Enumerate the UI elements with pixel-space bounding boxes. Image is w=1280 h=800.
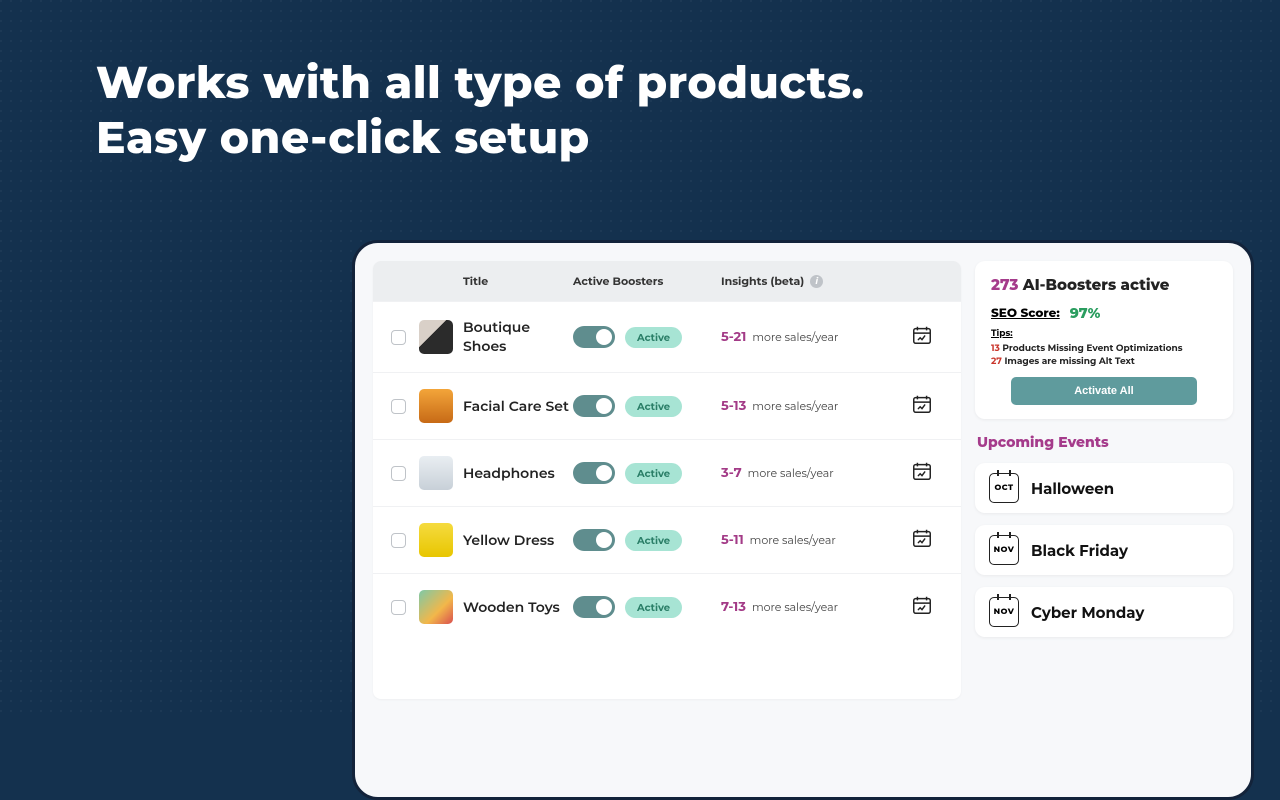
col-title: Title: [461, 274, 573, 288]
insight-suffix: more sales/year: [752, 600, 838, 614]
boosters-title: 273 AI-Boosters active: [991, 275, 1217, 294]
upcoming-events-title: Upcoming Events: [977, 433, 1233, 451]
booster-toggle[interactable]: [573, 596, 615, 618]
col-insights: Insights (beta): [721, 274, 804, 288]
seo-score-value: 97%: [1070, 304, 1101, 322]
active-badge: Active: [625, 327, 682, 348]
active-badge: Active: [625, 396, 682, 417]
tip-line: 13 Products Missing Event Optimizations: [991, 343, 1217, 354]
boosters-label: AI-Boosters active: [1023, 275, 1170, 294]
calendar-month-icon: NOV: [989, 535, 1019, 565]
product-thumbnail: [419, 590, 453, 624]
event-name: Cyber Monday: [1031, 603, 1144, 622]
tip-num: 13: [991, 343, 1000, 354]
row-checkbox[interactable]: [391, 330, 406, 345]
booster-toggle[interactable]: [573, 462, 615, 484]
table-row: Wooden Toys Active 7-13 more sales/year: [373, 573, 961, 640]
insight-suffix: more sales/year: [752, 399, 838, 413]
boosters-count: 273: [991, 275, 1018, 294]
calendar-icon[interactable]: [911, 332, 933, 351]
event-card[interactable]: OCT Halloween: [975, 463, 1233, 513]
product-thumbnail: [419, 320, 453, 354]
row-checkbox[interactable]: [391, 600, 406, 615]
table-row: Facial Care Set Active 5-13 more sales/y…: [373, 372, 961, 439]
product-thumbnail: [419, 389, 453, 423]
calendar-icon[interactable]: [911, 535, 933, 554]
table-row: Boutique Shoes Active 5-21 more sales/ye…: [373, 301, 961, 372]
tip-text: Images are missing Alt Text: [1004, 356, 1134, 367]
tip-line: 27 Images are missing Alt Text: [991, 356, 1217, 367]
booster-toggle[interactable]: [573, 529, 615, 551]
activate-all-button[interactable]: Activate All: [1011, 377, 1196, 405]
active-badge: Active: [625, 463, 682, 484]
calendar-icon[interactable]: [911, 602, 933, 621]
row-checkbox[interactable]: [391, 399, 406, 414]
tip-num: 27: [991, 356, 1002, 367]
insight-suffix: more sales/year: [748, 466, 834, 480]
insight-range: 5-21: [721, 329, 746, 345]
booster-toggle[interactable]: [573, 326, 615, 348]
hero-line1: Works with all type of products.: [96, 56, 864, 111]
event-name: Black Friday: [1031, 541, 1128, 560]
product-thumbnail: [419, 456, 453, 490]
calendar-month-icon: OCT: [989, 473, 1019, 503]
row-checkbox[interactable]: [391, 466, 406, 481]
insight-range: 5-13: [721, 398, 746, 414]
insight-range: 5-11: [721, 532, 744, 548]
table-row: Headphones Active 3-7 more sales/year: [373, 439, 961, 506]
active-badge: Active: [625, 530, 682, 551]
calendar-month-icon: NOV: [989, 597, 1019, 627]
sidebar: 273 AI-Boosters active SEO Score: 97% Ti…: [975, 261, 1233, 779]
product-table: Title Active Boosters Insights (beta) i …: [373, 261, 961, 699]
active-badge: Active: [625, 597, 682, 618]
product-thumbnail: [419, 523, 453, 557]
boosters-card: 273 AI-Boosters active SEO Score: 97% Ti…: [975, 261, 1233, 419]
insight-suffix: more sales/year: [752, 330, 838, 344]
col-boosters: Active Boosters: [573, 274, 721, 288]
hero-line2: Easy one-click setup: [96, 111, 864, 166]
hero-headline: Works with all type of products. Easy on…: [96, 56, 864, 166]
calendar-icon[interactable]: [911, 468, 933, 487]
product-title: Facial Care Set: [463, 397, 569, 415]
insight-range: 3-7: [721, 465, 742, 481]
event-name: Halloween: [1031, 479, 1114, 498]
row-checkbox[interactable]: [391, 533, 406, 548]
booster-toggle[interactable]: [573, 395, 615, 417]
insight-suffix: more sales/year: [750, 533, 836, 547]
tips-label: Tips:: [991, 328, 1217, 339]
insight-range: 7-13: [721, 599, 746, 615]
info-icon[interactable]: i: [810, 275, 823, 288]
app-panel: Title Active Boosters Insights (beta) i …: [352, 240, 1254, 800]
tip-text: Products Missing Event Optimizations: [1002, 343, 1182, 354]
product-title: Headphones: [463, 464, 555, 482]
seo-score-label: SEO Score:: [991, 306, 1060, 321]
calendar-icon[interactable]: [911, 401, 933, 420]
product-title: Boutique Shoes: [463, 318, 530, 355]
table-row: Yellow Dress Active 5-11 more sales/year: [373, 506, 961, 573]
product-title: Yellow Dress: [463, 531, 554, 549]
table-header: Title Active Boosters Insights (beta) i: [373, 261, 961, 301]
product-title: Wooden Toys: [463, 598, 560, 616]
event-card[interactable]: NOV Cyber Monday: [975, 587, 1233, 637]
event-card[interactable]: NOV Black Friday: [975, 525, 1233, 575]
